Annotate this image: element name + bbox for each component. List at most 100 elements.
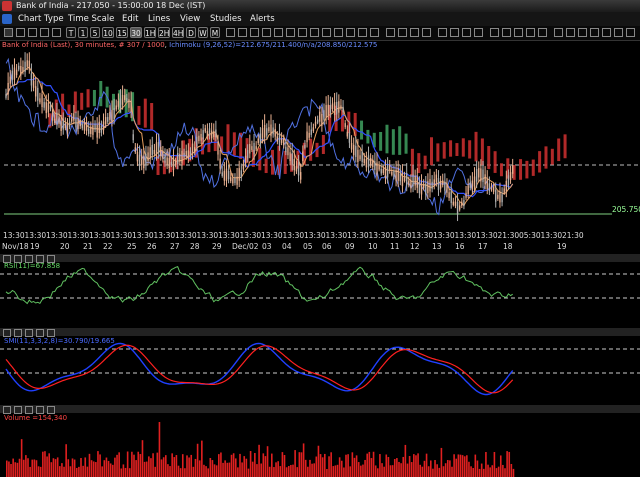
volume-bar (273, 467, 275, 477)
price-chart[interactable] (0, 48, 640, 238)
volume-bar (247, 468, 250, 477)
pan-right-icon[interactable] (398, 28, 407, 37)
volume-bar (309, 459, 311, 477)
crosshair-icon[interactable] (238, 28, 247, 37)
close-chart-icon[interactable] (626, 28, 635, 37)
candle-body (18, 65, 20, 70)
volume-bar (73, 459, 76, 477)
smi-chart[interactable] (0, 337, 640, 403)
scale-icon[interactable] (526, 28, 535, 37)
cursor-icon[interactable] (226, 28, 235, 37)
arrow-icon[interactable] (358, 28, 367, 37)
rsi-chart[interactable] (0, 262, 640, 326)
volume-bar (33, 459, 36, 477)
panel-separator-3[interactable] (0, 405, 640, 414)
interval-10-button[interactable]: 10 (102, 27, 114, 38)
open-icon[interactable] (462, 28, 471, 37)
help-icon[interactable] (614, 28, 623, 37)
interval-w-button[interactable]: W (198, 27, 208, 38)
menu-time-scale[interactable]: Time Scale (68, 12, 114, 26)
time-tick-label: 13:30 (476, 231, 498, 240)
menu-studies[interactable]: Studies (210, 12, 242, 26)
hline-icon[interactable] (274, 28, 283, 37)
volume-bar (364, 459, 366, 477)
zoom-icon[interactable] (250, 28, 259, 37)
candle-body (503, 188, 505, 193)
menu-edit[interactable]: Edit (122, 12, 138, 26)
volume-bar (101, 466, 103, 477)
menu-lines[interactable]: Lines (148, 12, 170, 26)
volume-bar (120, 468, 123, 477)
interval-1-button[interactable]: 1 (78, 27, 88, 38)
interval-1h-button[interactable]: 1H (144, 27, 156, 38)
interval-30-button[interactable]: 30 (130, 27, 142, 38)
print-icon[interactable] (438, 28, 447, 37)
pan-left-icon[interactable] (386, 28, 395, 37)
panel-up-icon[interactable] (14, 329, 22, 337)
panel-max-icon[interactable] (36, 406, 44, 414)
panel-separator-1[interactable] (0, 254, 640, 263)
interval-5-button[interactable]: 5 (90, 27, 100, 38)
volume-chart[interactable] (0, 414, 640, 477)
candle-body (34, 86, 37, 97)
panel-separator-2[interactable] (0, 328, 640, 337)
candle-body (81, 124, 84, 129)
grid-icon[interactable] (514, 28, 523, 37)
interval-tick-button[interactable]: T (66, 27, 76, 38)
app-menu-icon[interactable] (2, 14, 12, 24)
panel-max-icon[interactable] (36, 329, 44, 337)
volume-bar (277, 461, 279, 477)
study-icon[interactable] (554, 28, 563, 37)
vline-icon[interactable] (286, 28, 295, 37)
candle-body (382, 168, 385, 173)
interval-15-button[interactable]: 15 (116, 27, 128, 38)
volume-bar (324, 453, 326, 477)
text-icon[interactable] (346, 28, 355, 37)
panel-settings-icon[interactable] (47, 329, 55, 337)
area-icon[interactable] (40, 28, 49, 37)
layout-icon[interactable] (590, 28, 599, 37)
color-icon[interactable] (502, 28, 511, 37)
volume-bar (135, 460, 137, 477)
volume-bar (283, 455, 286, 477)
interval-4h-button[interactable]: 4H (172, 27, 184, 38)
chart-icon[interactable] (4, 28, 13, 37)
interval-d-button[interactable]: D (186, 27, 196, 38)
panel-down-icon[interactable] (25, 406, 33, 414)
arc-icon[interactable] (334, 28, 343, 37)
panel-close-icon[interactable] (3, 329, 11, 337)
news-icon[interactable] (578, 28, 587, 37)
channel-icon[interactable] (298, 28, 307, 37)
line-icon[interactable] (28, 28, 37, 37)
interval-m-button[interactable]: M (210, 27, 220, 38)
zoom-in-icon[interactable] (410, 28, 419, 37)
refresh-icon[interactable] (602, 28, 611, 37)
fib-icon[interactable] (310, 28, 319, 37)
panel-down-icon[interactable] (25, 329, 33, 337)
alert-icon[interactable] (566, 28, 575, 37)
candle-body (357, 149, 359, 163)
candle-body (145, 153, 147, 165)
menu-view[interactable]: View (180, 12, 200, 26)
bar-icon[interactable] (16, 28, 25, 37)
volume-bar (254, 452, 256, 477)
trendline-icon[interactable] (262, 28, 271, 37)
menu-chart-type[interactable]: Chart Type (18, 12, 64, 26)
menu-alerts[interactable]: Alerts (250, 12, 275, 26)
candle-body (422, 183, 425, 189)
candle-icon[interactable] (52, 28, 61, 37)
candle-body (367, 155, 370, 168)
gann-icon[interactable] (322, 28, 331, 37)
properties-icon[interactable] (490, 28, 499, 37)
volume-bar (315, 456, 318, 477)
save-icon[interactable] (450, 28, 459, 37)
log-icon[interactable] (538, 28, 547, 37)
panel-close-icon[interactable] (3, 406, 11, 414)
zoom-out-icon[interactable] (422, 28, 431, 37)
delete-icon[interactable] (370, 28, 379, 37)
copy-icon[interactable] (474, 28, 483, 37)
panel-settings-icon[interactable] (47, 406, 55, 414)
volume-bar (262, 453, 265, 477)
interval-2h-button[interactable]: 2H (158, 27, 170, 38)
panel-up-icon[interactable] (14, 406, 22, 414)
